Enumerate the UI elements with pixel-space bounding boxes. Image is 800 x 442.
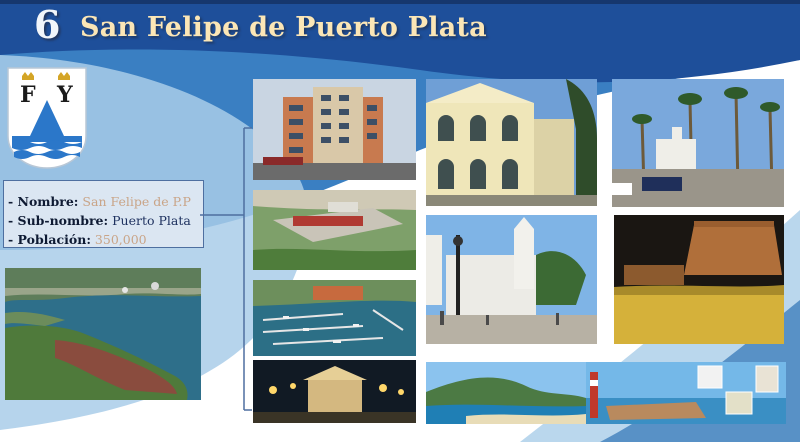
aerial-coast-photo: [5, 268, 201, 400]
fortress-night-photo: [614, 215, 784, 344]
info-row-subname: - Sub-nombre: Puerto Plata: [8, 213, 191, 228]
cathedral-plaza-photo: [426, 215, 597, 344]
coat-of-arms: F Y: [7, 67, 87, 169]
city-info-box: - Nombre: San Felipe de P.P - Sub-nombre…: [3, 180, 204, 248]
photo-connector: [200, 127, 252, 411]
info-row-name: - Nombre: San Felipe de P.P: [8, 194, 191, 209]
beach-collage-photo: [426, 362, 786, 424]
slide-title: San Felipe de Puerto Plata: [80, 12, 487, 43]
marina-photo: [253, 280, 416, 356]
colonial-building-photo: [426, 79, 597, 206]
building-photo: [253, 79, 416, 180]
night-gazebo-photo: [253, 360, 416, 423]
airport-aerial-photo: [253, 190, 416, 270]
palm-park-photo: [612, 79, 784, 207]
slide-number: 6: [34, 2, 61, 47]
coat-letter-y: Y: [56, 82, 73, 108]
info-row-population: - Población: 350,000: [8, 232, 147, 247]
coat-letter-f: F: [20, 82, 36, 108]
